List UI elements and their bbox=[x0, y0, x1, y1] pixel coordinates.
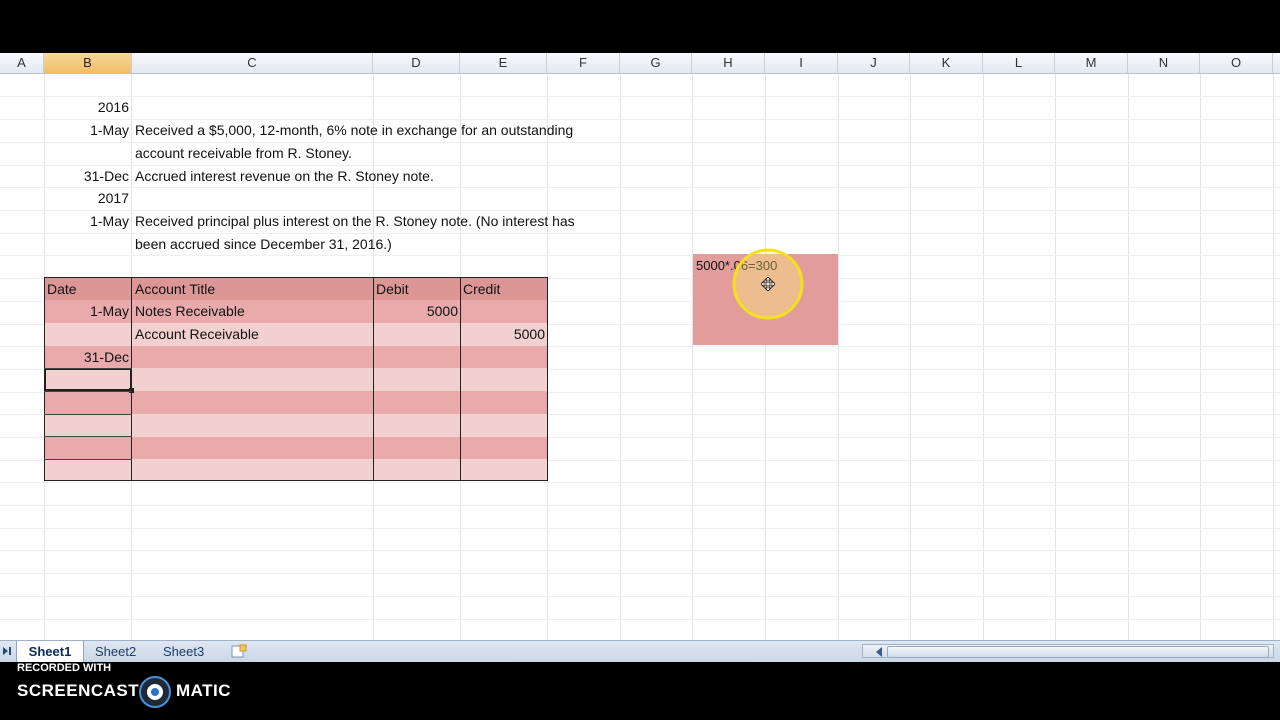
gridline bbox=[0, 619, 1280, 620]
table-border bbox=[460, 277, 461, 481]
table-row bbox=[45, 414, 547, 437]
gridline bbox=[0, 187, 1280, 188]
table-border bbox=[44, 277, 45, 481]
watermark-brand-right: MATIC bbox=[176, 681, 232, 700]
col-header-a[interactable]: A bbox=[0, 53, 44, 73]
gridline bbox=[0, 255, 1280, 256]
gridline bbox=[0, 482, 1280, 483]
scroll-thumb[interactable] bbox=[887, 646, 1269, 658]
gridline bbox=[1055, 74, 1056, 640]
table-border bbox=[131, 277, 132, 481]
gridline bbox=[1128, 74, 1129, 640]
col-header-b[interactable]: B bbox=[44, 53, 132, 73]
col-header-l[interactable]: L bbox=[983, 53, 1055, 73]
cell-year-2017[interactable]: 2017 bbox=[44, 187, 129, 209]
gridline bbox=[0, 573, 1280, 574]
col-header-n[interactable]: N bbox=[1128, 53, 1200, 73]
journal-header-debit[interactable]: Debit bbox=[376, 278, 409, 300]
journal-row-3-date[interactable]: 31-Dec bbox=[45, 346, 129, 368]
col-header-m[interactable]: M bbox=[1055, 53, 1128, 73]
table-row bbox=[45, 459, 547, 481]
table-row bbox=[45, 437, 547, 459]
scroll-left-icon[interactable] bbox=[875, 647, 883, 657]
col-header-h[interactable]: H bbox=[692, 53, 765, 73]
gridline bbox=[910, 74, 911, 640]
tab-sheet3[interactable]: Sheet3 bbox=[163, 641, 213, 662]
tab-nav-last-icon[interactable] bbox=[2, 646, 12, 656]
col-header-e[interactable]: E bbox=[460, 53, 547, 73]
table-border bbox=[44, 277, 548, 278]
journal-row-1-account[interactable]: Notes Receivable bbox=[135, 300, 245, 322]
table-row bbox=[45, 391, 547, 414]
journal-row-2-credit[interactable]: 5000 bbox=[460, 323, 545, 345]
col-header-d[interactable]: D bbox=[373, 53, 460, 73]
gridline bbox=[0, 596, 1280, 597]
cell-date-1-may[interactable]: 1-May bbox=[44, 119, 129, 141]
gridline bbox=[765, 74, 766, 640]
col-header-i[interactable]: I bbox=[765, 53, 838, 73]
tab-sheet2[interactable]: Sheet2 bbox=[95, 641, 145, 662]
spreadsheet-grid[interactable]: 2016 1-May Received a $5,000, 12-month, … bbox=[0, 74, 1280, 640]
table-border bbox=[44, 436, 132, 437]
journal-header-date[interactable]: Date bbox=[47, 278, 77, 300]
table-border bbox=[44, 414, 132, 415]
table-border bbox=[44, 391, 132, 392]
col-header-c[interactable]: C bbox=[132, 53, 373, 73]
insert-sheet-icon[interactable] bbox=[230, 644, 248, 659]
table-border bbox=[44, 368, 132, 369]
top-black-bar bbox=[0, 0, 1280, 53]
selected-cell[interactable] bbox=[44, 368, 132, 391]
col-header-g[interactable]: G bbox=[620, 53, 692, 73]
gridline bbox=[983, 74, 984, 640]
cell-description-3-cont: been accrued since December 31, 2016.) bbox=[135, 236, 392, 252]
cell-description-1[interactable]: Received a $5,000, 12-month, 6% note in … bbox=[135, 119, 573, 141]
cell-description-3[interactable]: Received principal plus interest on the … bbox=[135, 210, 575, 232]
tab-sheet1[interactable]: Sheet1 bbox=[16, 641, 84, 662]
cell-date-31-dec[interactable]: 31-Dec bbox=[44, 165, 129, 187]
gridline bbox=[0, 96, 1280, 97]
cell-description-2[interactable]: Accrued interest revenue on the R. Stone… bbox=[135, 165, 434, 187]
gridline bbox=[838, 74, 839, 640]
table-border bbox=[547, 277, 548, 481]
column-header-bar: A B C D E F G H I J K L M N O bbox=[0, 53, 1280, 74]
journal-row-1-date[interactable]: 1-May bbox=[45, 300, 129, 322]
gridline bbox=[0, 550, 1280, 551]
gridline bbox=[0, 505, 1280, 506]
col-header-f[interactable]: F bbox=[547, 53, 620, 73]
gridline bbox=[1273, 74, 1274, 640]
col-header-k[interactable]: K bbox=[910, 53, 983, 73]
journal-header-credit[interactable]: Credit bbox=[463, 278, 500, 300]
journal-row-1-debit[interactable]: 5000 bbox=[373, 300, 458, 322]
col-header-o[interactable]: O bbox=[1200, 53, 1273, 73]
table-border bbox=[44, 459, 132, 460]
gridline bbox=[1200, 74, 1201, 640]
cell-description-1-cont: account receivable from R. Stoney. bbox=[135, 145, 352, 161]
gridline bbox=[620, 74, 621, 640]
watermark-brand-left: SCREENCAST bbox=[17, 681, 140, 700]
gridline bbox=[0, 528, 1280, 529]
table-border bbox=[44, 480, 548, 481]
cell-date-1-may-2017[interactable]: 1-May bbox=[44, 210, 129, 232]
watermark-recorded-with: RECORDED WITH bbox=[17, 662, 112, 674]
move-cursor-icon bbox=[761, 277, 775, 291]
horizontal-scrollbar[interactable] bbox=[862, 644, 1274, 658]
col-header-j[interactable]: J bbox=[838, 53, 910, 73]
journal-row-2-account[interactable]: Account Receivable bbox=[135, 323, 259, 345]
screencast-logo-icon bbox=[139, 676, 171, 708]
gridline bbox=[692, 74, 693, 640]
table-border bbox=[373, 277, 374, 481]
journal-header-account-title[interactable]: Account Title bbox=[135, 278, 215, 300]
cell-year-2016[interactable]: 2016 bbox=[44, 96, 129, 118]
